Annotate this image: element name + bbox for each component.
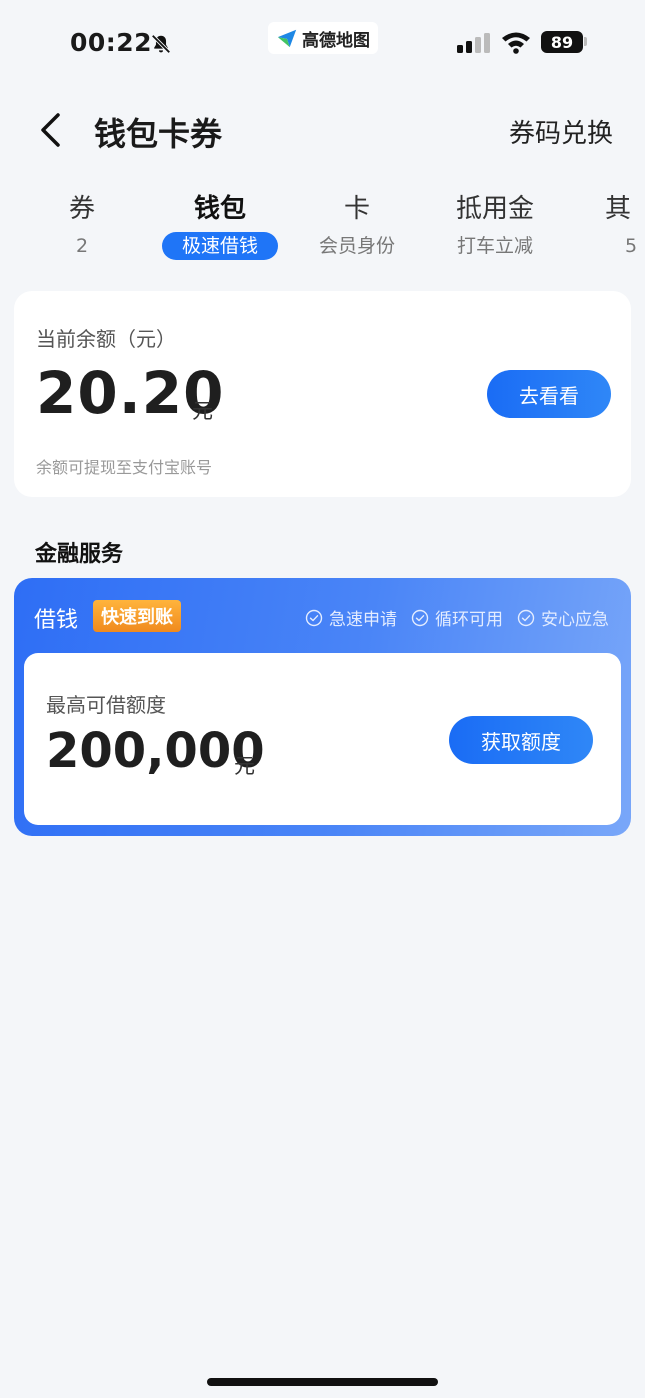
back-arrow-icon[interactable] bbox=[38, 112, 62, 148]
tab-sub-badge: 极速借钱 bbox=[161, 232, 278, 260]
tab-label: 钱包 bbox=[193, 194, 246, 224]
feature-item: 循环可用 bbox=[411, 605, 503, 630]
tab-wallet[interactable]: 钱包 极速借钱 bbox=[150, 190, 290, 260]
feature-label: 循环可用 bbox=[435, 610, 503, 630]
tab-other[interactable]: 其 5 bbox=[605, 190, 645, 260]
balance-unit: 元 bbox=[192, 399, 213, 423]
section-title: 金融服务 bbox=[35, 542, 124, 567]
tab-sub: 5 bbox=[625, 235, 638, 257]
tab-label: 券 bbox=[68, 194, 95, 224]
tab-label: 其 bbox=[605, 194, 632, 224]
page-title: 钱包卡券 bbox=[94, 115, 223, 153]
wifi-icon bbox=[502, 32, 530, 54]
status-time: 00:22 bbox=[70, 28, 153, 57]
tab-coupons[interactable]: 券 2 bbox=[12, 190, 152, 260]
loan-card[interactable]: 借钱 快速到账 急速申请 循环可用 安心应急 最高可借额度 200,000 元 … bbox=[14, 578, 631, 836]
get-limit-button[interactable]: 获取额度 bbox=[449, 716, 593, 764]
check-circle-icon bbox=[411, 609, 429, 626]
balance-label: 当前余额（元） bbox=[36, 327, 176, 351]
wallet-page: 00:22 高德地图 89 钱包卡券 券码兑换 券 2 钱包 极速借钱 卡 会员… bbox=[0, 0, 645, 1398]
view-balance-button[interactable]: 去看看 bbox=[487, 370, 611, 418]
tab-sub: 打车立减 bbox=[456, 235, 533, 257]
back-to-app-badge[interactable]: 高德地图 bbox=[268, 22, 378, 54]
tab-label: 卡 bbox=[343, 194, 370, 224]
battery-indicator: 89 bbox=[541, 31, 583, 53]
balance-card: 当前余额（元） 20.20 元 余额可提现至支付宝账号 去看看 bbox=[14, 291, 631, 497]
tab-label: 抵用金 bbox=[455, 194, 534, 224]
loan-limit-panel: 最高可借额度 200,000 元 获取额度 bbox=[24, 653, 621, 825]
tab-sub: 会员身份 bbox=[318, 235, 395, 257]
feature-label: 安心应急 bbox=[541, 610, 609, 630]
balance-note: 余额可提现至支付宝账号 bbox=[36, 458, 213, 477]
app-name: 高德地图 bbox=[302, 30, 370, 51]
home-indicator[interactable] bbox=[207, 1378, 438, 1386]
feature-item: 急速申请 bbox=[305, 605, 397, 630]
redeem-code-button[interactable]: 券码兑换 bbox=[509, 113, 613, 150]
limit-amount: 200,000 bbox=[46, 723, 265, 779]
limit-unit: 元 bbox=[234, 754, 255, 778]
tab-vouchers[interactable]: 抵用金 打车立减 bbox=[425, 190, 565, 260]
feature-label: 急速申请 bbox=[329, 610, 397, 630]
tab-sub: 2 bbox=[75, 235, 89, 257]
loan-title: 借钱 bbox=[34, 608, 79, 633]
fast-arrival-badge: 快速到账 bbox=[93, 600, 181, 632]
battery-tip bbox=[584, 37, 587, 46]
feature-item: 安心应急 bbox=[517, 605, 609, 630]
signal-icon bbox=[457, 33, 490, 53]
amap-logo-icon bbox=[277, 29, 297, 48]
check-circle-icon bbox=[305, 609, 323, 626]
bell-muted-icon bbox=[151, 34, 171, 54]
check-circle-icon bbox=[517, 609, 535, 626]
tab-cards[interactable]: 卡 会员身份 bbox=[287, 190, 427, 260]
limit-label: 最高可借额度 bbox=[46, 693, 166, 717]
